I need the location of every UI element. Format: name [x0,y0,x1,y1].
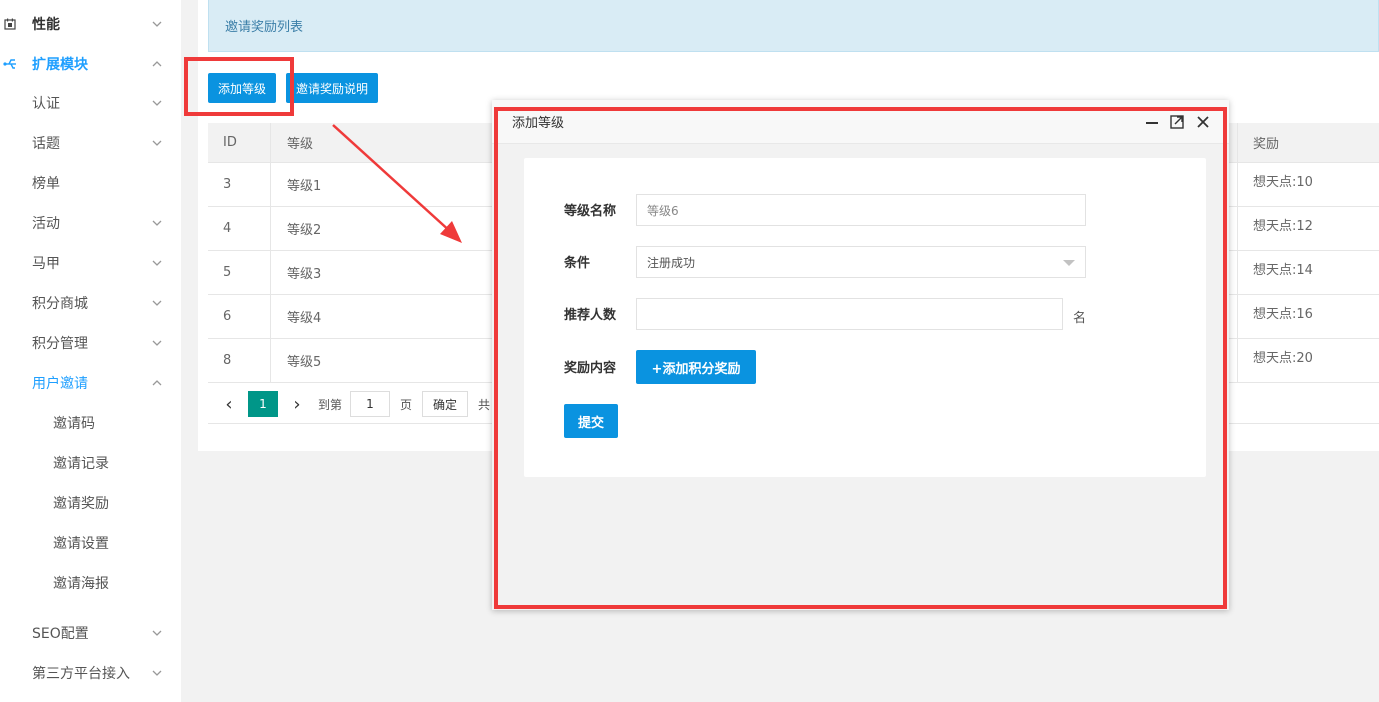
column-divider [1237,123,1238,162]
sidebar-item-invite-settings[interactable]: 邀请设置 [0,523,181,563]
cell-level: 等级5 [287,355,322,370]
sidebar-item-invite-rewards[interactable]: 邀请奖励 [0,483,181,523]
sidebar-item-label: 第三方平台接入 [32,666,130,682]
prev-page-button[interactable]: ‹ [218,391,240,417]
sidebar-item-label: 邀请奖励 [53,496,109,512]
sidebar-item-label: 邀请设置 [53,536,109,552]
column-divider [1237,163,1238,206]
sidebar-item-events[interactable]: 活动 [0,203,181,243]
sidebar-item-invite-records[interactable]: 邀请记录 [0,443,181,483]
reward-description-button[interactable]: 邀请奖励说明 [286,73,378,103]
sidebar-item-label: 邀请海报 [53,576,109,592]
sidebar-item-label: 邀请记录 [53,456,109,472]
cell-level: 等级1 [287,179,322,194]
sidebar-item-label: 榜单 [32,176,60,192]
page-unit-label: 页 [399,397,412,412]
cell-id: 3 [223,177,232,192]
column-divider [270,339,271,382]
sidebar-item-topics[interactable]: 话题 [0,123,181,163]
column-divider [270,163,271,206]
cell-reward: 想天点:20 [1253,351,1313,366]
sidebar-item-seo[interactable]: SEO配置 [0,613,181,653]
next-page-button[interactable]: › [286,391,308,417]
highlight-box [184,57,294,116]
sidebar-item-performance[interactable]: 性能 [0,4,181,44]
column-divider [270,251,271,294]
chevron-down-icon [150,96,164,110]
cell-reward: 想天点:12 [1253,219,1313,234]
sidebar-item-label: 认证 [32,96,60,112]
cell-id: 8 [223,353,232,368]
column-divider [1237,339,1238,382]
sidebar-item-label: 积分商城 [32,296,88,312]
sidebar-item-auth[interactable]: 认证 [0,83,181,123]
sidebar-item-label: 马甲 [32,256,60,272]
column-divider [1237,207,1238,250]
sidebar-item-label: 邀请码 [53,416,95,432]
sidebar-item-label: SEO配置 [32,626,89,642]
chevron-down-icon [150,626,164,640]
chevron-down-icon [150,136,164,150]
sidebar-item-invite-poster[interactable]: 邀请海报 [0,563,181,603]
chevron-down-icon [150,296,164,310]
chevron-up-icon [150,376,164,390]
column-divider [270,123,271,162]
sidebar-item-rankings[interactable]: 榜单 [0,163,181,203]
extension-icon [3,57,17,71]
cell-level: 等级3 [287,267,322,282]
cell-level: 等级2 [287,223,322,238]
dialog-highlight-box [494,107,1227,609]
sidebar-item-extensions[interactable]: 扩展模块 [0,44,181,84]
sidebar-item-label: 用户邀请 [32,376,88,392]
sidebar-item-third-party[interactable]: 第三方平台接入 [0,653,181,693]
cell-reward: 想天点:16 [1253,307,1313,322]
calendar-icon [3,17,17,31]
sidebar-item-vests[interactable]: 马甲 [0,243,181,283]
sidebar-item-user-invite[interactable]: 用户邀请 [0,363,181,403]
sidebar-item-points-manage[interactable]: 积分管理 [0,323,181,363]
chevron-down-icon [150,216,164,230]
chevron-down-icon [150,256,164,270]
page-1-button[interactable]: 1 [248,391,278,417]
sidebar-item-label: 活动 [32,216,60,232]
goto-confirm-button[interactable]: 确定 [422,391,468,417]
cell-id: 4 [223,221,232,236]
cell-id: 6 [223,309,232,324]
header-id: ID [223,135,237,150]
page-notice: 邀请奖励列表 [208,0,1379,52]
column-divider [270,207,271,250]
goto-label: 到第 [317,397,342,412]
total-label: 共 [477,397,490,412]
cell-reward: 想天点:14 [1253,263,1313,278]
column-divider [1237,251,1238,294]
sidebar-item-invite-code[interactable]: 邀请码 [0,403,181,443]
chevron-down-icon [150,17,164,31]
sidebar-item-points-mall[interactable]: 积分商城 [0,283,181,323]
chevron-down-icon [150,666,164,680]
cell-reward: 想天点:10 [1253,175,1313,190]
column-divider [1237,295,1238,338]
header-reward: 奖励 [1253,137,1280,152]
page-number-input[interactable]: 1 [350,391,390,417]
chevron-down-icon [150,336,164,350]
cell-level: 等级4 [287,311,322,326]
sidebar-item-label: 积分管理 [32,336,88,352]
sidebar-item-label: 话题 [32,136,60,152]
sidebar: 性能 扩展模块 认证 话题 榜单 活动 马甲 积分商城 积分管理 用户邀请 邀请… [0,0,181,702]
chevron-up-icon [150,57,164,71]
header-level: 等级 [287,137,314,152]
cell-id: 5 [223,265,232,280]
column-divider [270,295,271,338]
